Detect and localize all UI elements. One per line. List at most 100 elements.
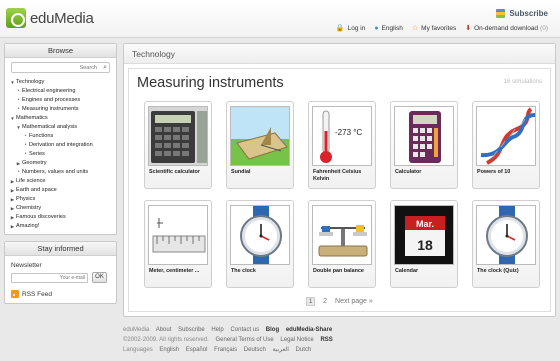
bullet-icon: • [24, 133, 27, 139]
simulation-card[interactable]: Calculator [390, 101, 458, 189]
ok-button[interactable]: OK [92, 272, 107, 283]
simulation-card[interactable]: Double pan balance [308, 200, 376, 288]
card-label: Scientific calculator [149, 169, 200, 175]
sundial-icon [230, 106, 290, 166]
footer-share-link[interactable]: eduMedia-Share [286, 327, 332, 333]
simulation-card[interactable]: Scientific calculator [144, 101, 212, 189]
terms-link[interactable]: General Terms of Use [215, 337, 273, 343]
tree-item-label: Functions [29, 133, 54, 139]
tree-item-label: Technology [16, 79, 45, 85]
expanded-arrow-icon: ▼ [16, 125, 21, 130]
footer-blog-link[interactable]: Blog [266, 327, 279, 333]
logo-text: eduMedia [30, 9, 94, 27]
tree-item[interactable]: ▶ Earth and space [9, 186, 116, 195]
footer-rss-link[interactable]: RSS [320, 337, 332, 343]
copyright: ©2002-2009. All rights reserved. [123, 337, 209, 343]
language-link[interactable]: ● English [374, 24, 403, 32]
footer-contact-link[interactable]: Contact us [230, 327, 259, 333]
rss-link[interactable]: RSS Feed [11, 290, 116, 298]
subscribe-link[interactable]: Subscribe [496, 9, 548, 18]
simulation-grid: Scientific calculator Sundial -273 °C Fa… [144, 101, 540, 288]
tree-item[interactable]: ▼ Mathematics [9, 114, 116, 123]
language-german[interactable]: Deutsch [244, 347, 266, 353]
simulation-card[interactable]: Mar. 18 Calendar [390, 200, 458, 288]
language-label: English [381, 24, 403, 32]
site-logo[interactable]: eduMedia [6, 8, 94, 28]
star-icon: ☆ [411, 25, 419, 32]
tree-item[interactable]: ▼ Mathematical analysis [9, 123, 116, 132]
site-header: eduMedia Subscribe 🔒 Log in ● English ☆ … [0, 0, 560, 38]
favorites-link[interactable]: ☆ My favorites [411, 24, 457, 33]
tree-item[interactable]: • Engines and processes [9, 96, 116, 105]
bullet-icon: • [17, 169, 20, 175]
page-title: Measuring instruments [137, 75, 284, 91]
subscribe-label: Subscribe [509, 9, 548, 18]
content-area: Measuring instruments 16 simulations Sci… [128, 68, 551, 312]
card-label: Powers of 10 [477, 169, 511, 175]
download-link[interactable]: ⬇ On-demand download (0) [465, 24, 548, 33]
bullet-icon: • [17, 97, 20, 103]
tree-item[interactable]: ▼ Technology [9, 78, 116, 87]
legal-notice-link[interactable]: Legal Notice [280, 337, 313, 343]
search-icon[interactable]: ⌕ [103, 63, 107, 72]
tree-item[interactable]: ▶ Life science [9, 177, 116, 186]
login-link[interactable]: 🔒 Log in [336, 24, 366, 33]
calendar-month: Mar. [416, 219, 434, 229]
card-label: The clock [231, 268, 256, 274]
search-box: ⌕ [11, 62, 110, 73]
footer-subscribe-link[interactable]: Subscribe [178, 327, 205, 333]
tree-item-label: Derivation and integration [29, 142, 93, 148]
language-english[interactable]: English [159, 347, 179, 353]
email-field[interactable] [11, 272, 88, 283]
page-current: 1 [306, 297, 316, 306]
tree-item[interactable]: • Functions [9, 132, 116, 141]
tree-item[interactable]: ▶ Amazing! [9, 222, 116, 231]
page-2-link[interactable]: 2 [323, 298, 327, 305]
tree-item-label: Earth and space [16, 187, 57, 193]
tree-item[interactable]: • Electrical engineering [9, 87, 116, 96]
tree-item-label: Life science [16, 178, 46, 184]
tree-item[interactable]: • Measuring instruments [9, 105, 116, 114]
footer-legal: ©2002-2009. All rights reserved. General… [123, 335, 338, 345]
tree-item[interactable]: ▶ Famous discoveries [9, 213, 116, 222]
language-french[interactable]: Français [214, 347, 237, 353]
tree-item[interactable]: ▶ Geometry [9, 159, 116, 168]
browse-panel: Browse ⌕ ▼Technology•Electrical engineer… [4, 43, 117, 235]
download-count: (0) [540, 24, 548, 32]
footer-help-link[interactable]: Help [211, 327, 223, 333]
tree-item[interactable]: ▶ Chemistry [9, 204, 116, 213]
card-label: Calendar [395, 268, 419, 274]
tree-item[interactable]: ▶ Physics [9, 195, 116, 204]
card-label: Double pan balance [313, 268, 364, 274]
language-dutch[interactable]: Dutch [296, 347, 312, 353]
footer-about-link[interactable]: About [156, 327, 172, 333]
tree-item[interactable]: • Derivation and integration [9, 141, 116, 150]
breadcrumb[interactable]: Technology [124, 44, 555, 64]
simulation-card[interactable]: -273 °C Fahrenheit Celsius Kelvin [308, 101, 376, 189]
card-label: Calculator [395, 169, 422, 175]
category-tree: ▼ Technology • Electrical engineering • Engin… [5, 78, 116, 231]
simulation-card[interactable]: Meter, centimeter ... [144, 200, 212, 288]
simulation-card[interactable]: The clock [226, 200, 294, 288]
rss-icon [11, 290, 19, 298]
bullet-icon: • [17, 106, 20, 112]
next-page-link[interactable]: Next page » [335, 298, 373, 305]
tree-item[interactable]: • Numbers, values and units [9, 168, 116, 177]
favorites-label: My favorites [421, 24, 457, 32]
tree-item[interactable]: • Series [9, 150, 116, 159]
language-arabic[interactable]: العربية [272, 347, 288, 353]
simulation-card[interactable]: Powers of 10 [472, 101, 540, 189]
download-label: On-demand download [474, 24, 539, 32]
logo-icon [6, 8, 26, 28]
tree-item-label: Series [29, 151, 45, 157]
simulation-card[interactable]: The clock (Quiz) [472, 200, 540, 288]
collapsed-arrow-icon: ▶ [10, 206, 15, 211]
newsletter-form: OK [11, 272, 116, 283]
search-input[interactable] [12, 63, 109, 72]
language-spanish[interactable]: Español [186, 347, 208, 353]
bullet-icon: • [24, 142, 27, 148]
collapsed-arrow-icon: ▶ [10, 224, 15, 229]
simulation-card[interactable]: Sundial [226, 101, 294, 189]
collapsed-arrow-icon: ▶ [10, 188, 15, 193]
login-label: Log in [347, 24, 366, 32]
